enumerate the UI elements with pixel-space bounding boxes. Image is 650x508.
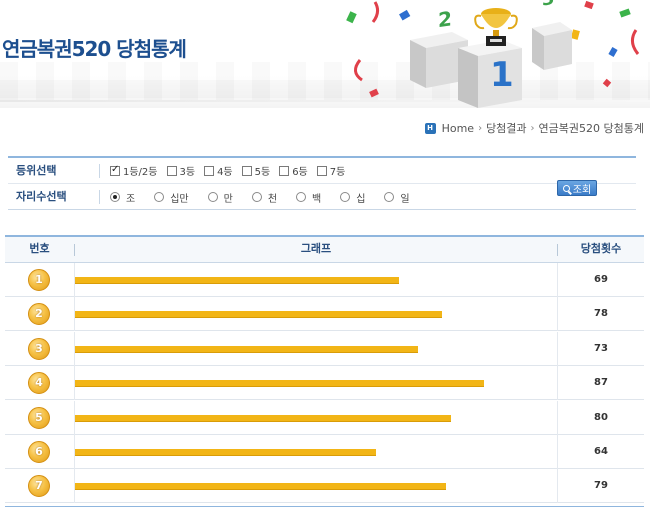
digit-option[interactable]: 백 bbox=[296, 190, 321, 205]
digit-option-label: 백 bbox=[312, 193, 322, 205]
digit-option-label: 십만 bbox=[170, 193, 189, 205]
rank-number-ball: 3 bbox=[28, 337, 50, 360]
rank-option[interactable]: 6등 bbox=[279, 163, 308, 178]
rank-number-ball: 2 bbox=[28, 303, 50, 326]
rank-option[interactable]: 1등/2등 bbox=[110, 163, 158, 178]
count-bar bbox=[75, 380, 484, 388]
digit-filter-label: 자리수선택 bbox=[8, 190, 100, 204]
rank-filter-label: 등위선택 bbox=[8, 163, 100, 178]
rank-number-ball: 6 bbox=[28, 441, 50, 463]
breadcrumb-current: 연금복권520 당첨통계 bbox=[538, 122, 644, 135]
breadcrumb: H Home › 당첨결과 › 연금복권520 당첨통계 bbox=[424, 120, 644, 136]
digit-option[interactable]: 십 bbox=[340, 190, 365, 205]
table-row: 3 73 bbox=[5, 331, 644, 366]
rank-option[interactable]: 7등 bbox=[316, 163, 346, 178]
table-row: 4 87 bbox=[5, 366, 644, 401]
digit-radio[interactable] bbox=[251, 192, 262, 202]
search-icon bbox=[562, 184, 570, 192]
rank-option-label: 3등 bbox=[179, 167, 196, 178]
count-bar bbox=[75, 277, 399, 284]
count-bar bbox=[75, 449, 376, 456]
breadcrumb-separator-icon: › bbox=[530, 122, 535, 134]
table-row: 7 79 bbox=[5, 469, 644, 504]
rank-option-label: 5등 bbox=[254, 167, 271, 178]
win-count: 87 bbox=[594, 377, 608, 389]
rank-option-label: 4등 bbox=[217, 167, 233, 178]
digit-option[interactable]: 일 bbox=[384, 190, 410, 205]
digit-radio[interactable] bbox=[384, 192, 395, 202]
rank-checkbox[interactable] bbox=[279, 165, 290, 176]
digit-option[interactable]: 만 bbox=[207, 190, 233, 205]
rank-option-label: 1등/2등 bbox=[123, 167, 158, 178]
rank-checkbox[interactable] bbox=[316, 165, 327, 176]
breadcrumb-results[interactable]: 당첨결과 bbox=[486, 120, 526, 136]
win-count: 73 bbox=[594, 342, 608, 354]
search-button-label: 조회 bbox=[572, 184, 592, 196]
count-bar bbox=[75, 311, 442, 319]
rank-checkbox[interactable] bbox=[166, 165, 177, 176]
header-graph: 그래프 bbox=[300, 242, 332, 255]
rank-option[interactable]: 5등 bbox=[241, 163, 271, 178]
win-count: 79 bbox=[594, 480, 608, 492]
digit-option[interactable]: 천 bbox=[251, 190, 278, 205]
results-table: 번호 그래프 당첨횟수 1 69 2 78 3 73 4 87 5 80 6 64 7 79 bbox=[5, 235, 644, 507]
digit-option[interactable]: 십만 bbox=[154, 190, 189, 205]
rank-number-ball: 7 bbox=[28, 475, 50, 498]
digit-option-label: 천 bbox=[267, 193, 278, 205]
win-count: 80 bbox=[594, 411, 608, 423]
rank-number-ball: 4 bbox=[28, 372, 50, 395]
home-icon[interactable]: H bbox=[424, 122, 436, 134]
filter-panel: 등위선택 1등/2등 3등 4등 5등 6등 7등 자리수선택 조 십만 만 천 백 십 일 조회 bbox=[8, 156, 636, 210]
digit-radio[interactable] bbox=[110, 192, 120, 202]
win-count: 78 bbox=[594, 308, 608, 320]
svg-text:1: 1 bbox=[490, 55, 514, 95]
header-count: 당첨횟수 bbox=[580, 242, 622, 255]
digit-filter-row: 자리수선택 조 십만 만 천 백 십 일 bbox=[8, 184, 636, 210]
count-bar bbox=[75, 483, 446, 491]
table-header: 번호 그래프 당첨횟수 bbox=[5, 237, 644, 263]
breadcrumb-home[interactable]: Home bbox=[442, 122, 474, 135]
table-row: 2 78 bbox=[5, 297, 644, 332]
page-title: 연금복권520 당첨통계 bbox=[2, 37, 187, 61]
digit-option[interactable]: 조 bbox=[110, 190, 135, 205]
digit-option-label: 십 bbox=[356, 193, 366, 205]
rank-number-ball: 1 bbox=[28, 269, 50, 291]
rank-checkbox[interactable] bbox=[204, 165, 215, 176]
search-button[interactable]: 조회 bbox=[557, 180, 597, 196]
rank-option-label: 6등 bbox=[292, 167, 308, 178]
digit-radio[interactable] bbox=[207, 192, 218, 202]
rank-option-label: 7등 bbox=[329, 167, 346, 178]
svg-text:2: 2 bbox=[438, 6, 452, 32]
digit-option-label: 조 bbox=[126, 193, 136, 205]
win-count: 69 bbox=[594, 274, 608, 285]
rank-number-ball: 5 bbox=[28, 406, 50, 429]
page-header: 연금복권520 당첨통계 2 3 1 bbox=[0, 0, 650, 108]
table-row: 5 80 bbox=[5, 400, 644, 435]
digit-option-label: 만 bbox=[223, 193, 233, 205]
rank-checkbox[interactable] bbox=[241, 165, 252, 176]
count-bar bbox=[75, 345, 418, 353]
table-row: 6 64 bbox=[5, 435, 644, 469]
rank-option[interactable]: 3등 bbox=[166, 163, 196, 178]
rank-options: 1등/2등 3등 4등 5등 6등 7등 bbox=[100, 163, 351, 178]
digit-options: 조 십만 만 천 백 십 일 bbox=[100, 190, 426, 205]
digit-radio[interactable] bbox=[340, 192, 351, 202]
digit-option-label: 일 bbox=[400, 193, 410, 205]
rank-filter-row: 등위선택 1등/2등 3등 4등 5등 6등 7등 bbox=[8, 158, 636, 184]
digit-radio[interactable] bbox=[296, 192, 307, 202]
winner-podium-illustration: 2 3 1 bbox=[346, 0, 640, 108]
rank-checkbox[interactable] bbox=[110, 164, 120, 176]
digit-radio[interactable] bbox=[154, 192, 165, 202]
table-row: 1 69 bbox=[5, 263, 644, 297]
rank-option[interactable]: 4등 bbox=[204, 163, 233, 178]
breadcrumb-separator-icon: › bbox=[478, 122, 483, 134]
svg-text:3: 3 bbox=[542, 0, 555, 11]
win-count: 64 bbox=[594, 446, 608, 457]
header-number: 번호 bbox=[29, 242, 50, 255]
count-bar bbox=[75, 414, 451, 422]
